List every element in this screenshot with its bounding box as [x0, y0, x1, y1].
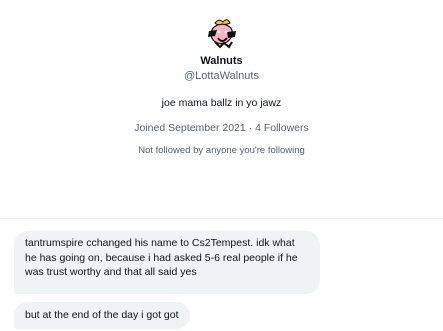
- joined-date: Joined September 2021: [134, 122, 246, 134]
- message-bubble[interactable]: but at the end of the day i got got: [14, 302, 190, 329]
- dm-conversation-view: Walnuts @LottaWalnuts joe mama ballz in …: [0, 0, 443, 331]
- followers-count[interactable]: 4 Followers: [255, 122, 309, 134]
- followed-by-note: Not followed by anyone you're following: [138, 145, 305, 156]
- message-text: but at the end of the day i got got: [25, 309, 179, 321]
- profile-meta: Joined September 2021 · 4 Followers: [0, 122, 443, 134]
- display-name[interactable]: Walnuts: [0, 55, 443, 67]
- message-text: tantrumspire cchanged his name to Cs2Tem…: [25, 237, 298, 278]
- message-bubble[interactable]: tantrumspire cchanged his name to Cs2Tem…: [14, 231, 320, 294]
- profile-bio: joe mama ballz in yo jawz: [161, 97, 282, 109]
- avatar-doodle-icon: [208, 19, 236, 49]
- avatar[interactable]: [203, 16, 241, 50]
- user-handle[interactable]: @LottaWalnuts: [0, 70, 443, 82]
- section-divider: [0, 218, 443, 219]
- meta-separator: ·: [248, 122, 253, 134]
- profile-header[interactable]: Walnuts @LottaWalnuts joe mama ballz in …: [0, 0, 443, 218]
